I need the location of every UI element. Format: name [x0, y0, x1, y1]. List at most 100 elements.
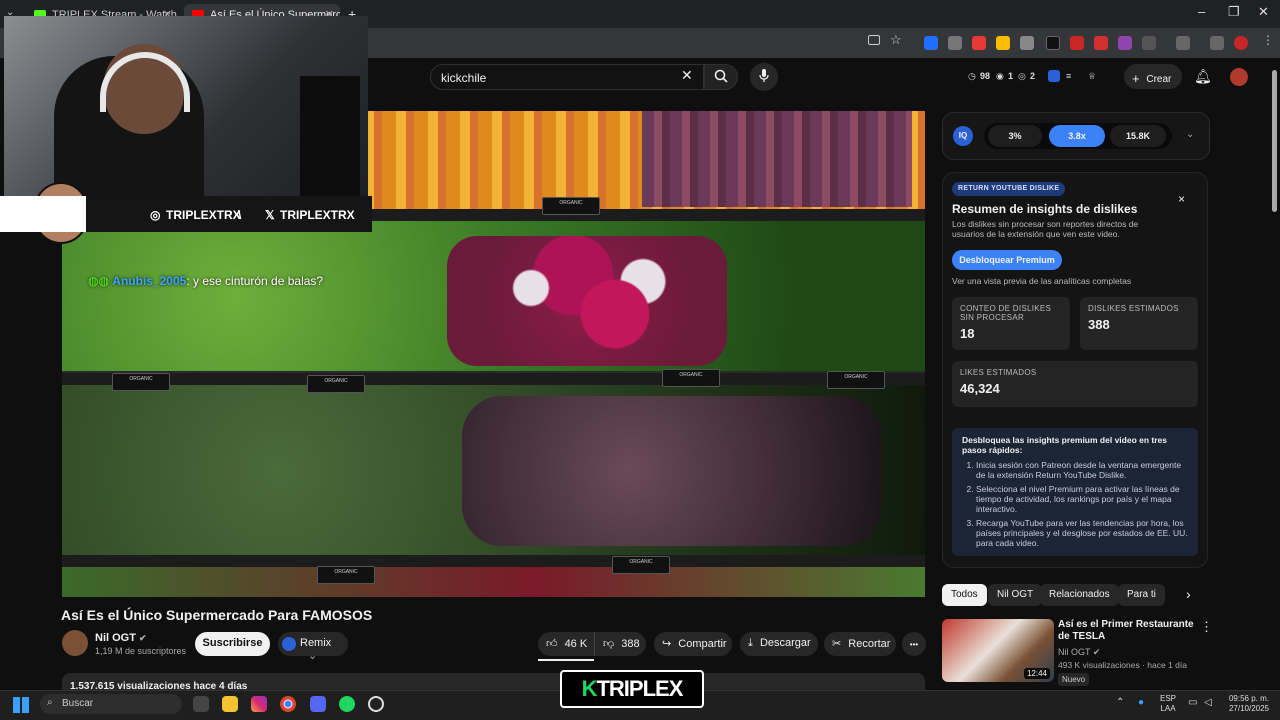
download-button[interactable]: ⤓ Descargar — [740, 632, 818, 656]
profile-avatar-icon[interactable] — [1234, 36, 1248, 50]
tray-chevron-icon[interactable]: ⌃ — [1116, 698, 1124, 708]
scissors-icon: ✂ — [832, 638, 842, 650]
profile-sync-icon[interactable] — [1176, 36, 1190, 50]
voice-search-button[interactable] — [750, 63, 778, 91]
obs-icon[interactable] — [368, 696, 384, 712]
unlock-premium-button[interactable]: Desbloquear Premium — [952, 250, 1062, 270]
close-icon[interactable]: × — [1178, 192, 1185, 206]
radishes-image — [447, 236, 727, 366]
stat-value-a: 98 — [980, 71, 991, 81]
like-progress-bar — [538, 659, 594, 661]
raw-dislikes-card: CONTEO DE DISLIKES SIN PROCESAR 18 — [952, 297, 1070, 350]
dislike-button[interactable]: 👎︎ 388 — [594, 632, 646, 656]
share-label: Compartir — [678, 638, 727, 650]
chip-all[interactable]: Todos — [942, 584, 987, 606]
network-icon[interactable]: ▭ — [1188, 698, 1197, 708]
purple-carrots-image — [642, 111, 912, 207]
extension-icon[interactable] — [1070, 36, 1084, 50]
clip-label: Recortar — [848, 638, 891, 650]
maximize-button[interactable]: ❐ — [1228, 4, 1240, 20]
chip-channel[interactable]: Nil OGT — [988, 584, 1043, 606]
recommended-video-thumbnail[interactable]: 12:44 — [942, 619, 1054, 682]
language-indicator[interactable]: ESP LAA — [1160, 694, 1176, 714]
more-actions-button[interactable]: ••• — [902, 632, 926, 656]
search-button[interactable] — [704, 64, 738, 90]
logo-text: TRIPLEX — [596, 676, 683, 701]
spotify-icon[interactable] — [339, 696, 355, 712]
step-item: Inicia sesión con Patreon desde la venta… — [976, 460, 1188, 480]
bookmark-star-icon[interactable]: ☆ — [890, 32, 902, 48]
remix-button[interactable]: Remix ⌄ — [278, 632, 348, 662]
iq-pill-percent[interactable]: 3% — [988, 125, 1042, 147]
recommended-video-title[interactable]: Así es el Primer Restaurante de TESLA — [1058, 619, 1194, 643]
notifications-bell-icon[interactable]: 🔔︎ — [1194, 68, 1212, 85]
account-avatar[interactable] — [1230, 68, 1248, 86]
extension-icon[interactable] — [1046, 36, 1060, 50]
reading-list-icon[interactable] — [1210, 36, 1224, 50]
minimize-button[interactable]: – — [1198, 4, 1205, 19]
iq-pill-multiplier[interactable]: 3.8x — [1049, 125, 1105, 147]
extension-icon[interactable] — [972, 36, 986, 50]
award-icon[interactable]: ♕ — [1088, 71, 1096, 82]
channel-name[interactable]: Nil OGT ✔ — [95, 632, 147, 644]
estimated-likes-card: LIKES ESTIMADOS 46,324 — [952, 361, 1198, 407]
shelf-label: ORGANIC — [317, 566, 375, 584]
extension-icon[interactable] — [924, 36, 938, 50]
close-window-button[interactable]: ✕ — [1258, 4, 1269, 20]
iq-pill-count[interactable]: 15.8K — [1110, 125, 1166, 147]
chip-related[interactable]: Relacionados — [1040, 584, 1119, 606]
clock[interactable]: 09:56 p. m. 27/10/2025 — [1222, 694, 1276, 714]
clock-date: 27/10/2025 — [1228, 704, 1270, 713]
extension-icon[interactable] — [948, 36, 962, 50]
card-value: 18 — [960, 326, 975, 341]
shelf-label: ORGANIC — [612, 556, 670, 574]
chips-next-arrow-icon[interactable]: › — [1186, 586, 1191, 602]
instagram-app-icon[interactable] — [251, 696, 267, 712]
browser-menu-icon[interactable]: ⋮ — [1262, 33, 1274, 47]
widgets-icon[interactable] — [193, 696, 209, 712]
chrome-icon[interactable] — [280, 696, 296, 712]
volume-icon[interactable]: ◁ — [1204, 698, 1212, 708]
lines-icon[interactable]: ≡ — [1066, 71, 1071, 81]
extension-icon[interactable] — [1118, 36, 1132, 50]
clear-search-icon[interactable]: ✕ — [681, 67, 693, 84]
install-app-icon[interactable] — [868, 35, 880, 45]
recommended-channel-name: Nil OGT — [1058, 647, 1091, 657]
extension-icon[interactable] — [996, 36, 1010, 50]
windows-start-icon[interactable] — [13, 697, 29, 713]
chip-for-you[interactable]: Para ti — [1118, 584, 1165, 606]
stat-value-c: 2 — [1030, 71, 1036, 81]
create-button[interactable]: + Crear — [1124, 64, 1182, 89]
recommended-channel[interactable]: Nil OGT ✔ — [1058, 647, 1100, 658]
discord-icon[interactable] — [310, 696, 326, 712]
extension-icon[interactable] — [1094, 36, 1108, 50]
steps-heading: Desbloquea las insights premium del vide… — [962, 435, 1168, 455]
subscribe-button[interactable]: Suscribirse — [195, 632, 270, 656]
dislike-count: 388 — [621, 638, 640, 650]
search-input[interactable]: kickchile — [430, 64, 704, 90]
iq-extension-icon[interactable] — [1048, 70, 1060, 82]
taskbar-search-placeholder: Buscar — [62, 698, 94, 709]
chat-message: ◍◍ Anubis_2005: y ese cinturón de balas? — [88, 274, 323, 288]
card-label: LIKES ESTIMADOS — [960, 368, 1037, 377]
stat-view-icon: ◎ — [1018, 71, 1026, 81]
channel-avatar[interactable] — [62, 630, 88, 656]
clip-button[interactable]: ✂ Recortar — [824, 632, 896, 656]
chat-username: Anubis_2005 — [112, 274, 187, 288]
page-scrollbar[interactable] — [1272, 70, 1277, 212]
taskbar-search-box[interactable]: ⌕ Buscar — [40, 694, 182, 714]
channel-name-text: Nil OGT — [95, 632, 136, 644]
shelf-label: ORGANIC — [112, 373, 170, 391]
tray-mic-icon[interactable]: ● — [1138, 698, 1144, 708]
extensions-puzzle-icon[interactable] — [1142, 36, 1156, 50]
download-icon: ⤓ — [748, 637, 753, 649]
recommended-video-menu-icon[interactable]: ⋮ — [1200, 619, 1213, 635]
social-handles-bar: ◎ TRIPLEXTRX \ 𝕏 TRIPLEXTRX — [0, 196, 372, 232]
like-button[interactable]: 👍︎ 46 K — [538, 632, 594, 656]
chevron-down-icon[interactable]: ⌄ — [1186, 129, 1194, 140]
video-duration: 12:44 — [1023, 668, 1050, 679]
file-explorer-icon[interactable] — [222, 696, 238, 712]
lang-bottom: LAA — [1160, 704, 1176, 713]
extension-icon[interactable] — [1020, 36, 1034, 50]
share-button[interactable]: ↪ Compartir — [654, 632, 732, 656]
